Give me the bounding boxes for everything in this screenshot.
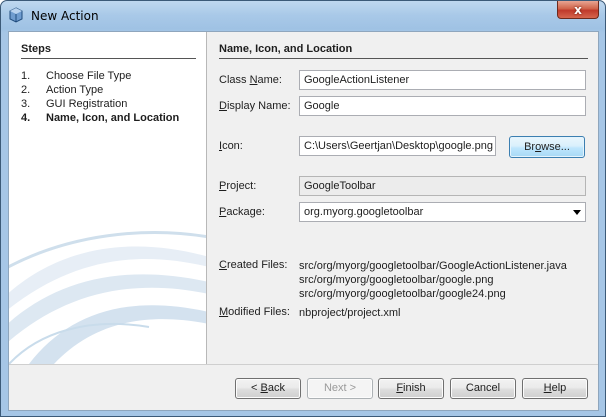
next-button[interactable]: Next > bbox=[307, 378, 373, 399]
steps-divider bbox=[21, 58, 196, 59]
class-name-label: Class Name: bbox=[219, 74, 282, 86]
title-bar[interactable]: New Action x bbox=[1, 1, 605, 31]
new-action-dialog: New Action x Steps 1. Choose File Type 2.… bbox=[0, 0, 606, 417]
icon-label: Icon: bbox=[219, 140, 243, 152]
button-bar-divider bbox=[9, 364, 598, 365]
package-label: Package: bbox=[219, 206, 265, 218]
created-files-label: Created Files: bbox=[219, 259, 288, 271]
created-files-list: src/org/myorg/googletoolbar/GoogleAction… bbox=[299, 259, 567, 301]
section-divider bbox=[219, 58, 588, 59]
project-field: GoogleToolbar bbox=[299, 176, 586, 196]
class-name-field[interactable]: GoogleActionListener bbox=[299, 70, 586, 90]
package-combobox[interactable]: org.myorg.googletoolbar bbox=[299, 202, 586, 222]
cancel-button[interactable]: Cancel bbox=[450, 378, 516, 399]
netbeans-cube-icon bbox=[9, 7, 23, 23]
steps-title: Steps bbox=[21, 43, 51, 55]
package-value: org.myorg.googletoolbar bbox=[304, 206, 424, 218]
list-item: nbproject/project.xml bbox=[299, 307, 401, 319]
display-name-label: Display Name: bbox=[219, 100, 291, 112]
step-item-current: 4. Name, Icon, and Location bbox=[21, 112, 180, 124]
help-button[interactable]: Help bbox=[522, 378, 588, 399]
list-item: src/org/myorg/googletoolbar/google.png bbox=[299, 274, 494, 286]
dialog-body: Steps 1. Choose File Type 2. Action Type 3… bbox=[8, 31, 599, 411]
modified-files-list: nbproject/project.xml bbox=[299, 306, 401, 320]
content-panel: Name, Icon, and Location Class Name: Goo… bbox=[207, 32, 598, 364]
project-label: Project: bbox=[219, 180, 257, 192]
icon-path-field[interactable]: C:\Users\Geertjan\Desktop\google.png bbox=[299, 136, 496, 156]
window-title: New Action bbox=[31, 9, 99, 23]
close-button[interactable]: x bbox=[557, 1, 599, 19]
list-item: src/org/myorg/googletoolbar/google24.png bbox=[299, 288, 506, 300]
modified-files-label: Modified Files: bbox=[219, 306, 290, 318]
chevron-down-icon[interactable] bbox=[573, 210, 581, 215]
step-item: 1. Choose File Type bbox=[21, 70, 132, 82]
section-title: Name, Icon, and Location bbox=[219, 43, 353, 55]
close-icon: x bbox=[574, 2, 582, 17]
list-item: src/org/myorg/googletoolbar/GoogleAction… bbox=[299, 260, 567, 272]
steps-list: 1. Choose File Type 2. Action Type 3. GUI R… bbox=[21, 69, 179, 125]
steps-panel: Steps 1. Choose File Type 2. Action Type 3… bbox=[9, 32, 207, 364]
display-name-field[interactable]: Google bbox=[299, 96, 586, 116]
browse-button[interactable]: Browse... bbox=[509, 136, 585, 158]
finish-button[interactable]: Finish bbox=[378, 378, 444, 399]
back-button[interactable]: < Back bbox=[235, 378, 301, 399]
step-item: 3. GUI Registration bbox=[21, 98, 128, 110]
step-item: 2. Action Type bbox=[21, 84, 104, 96]
